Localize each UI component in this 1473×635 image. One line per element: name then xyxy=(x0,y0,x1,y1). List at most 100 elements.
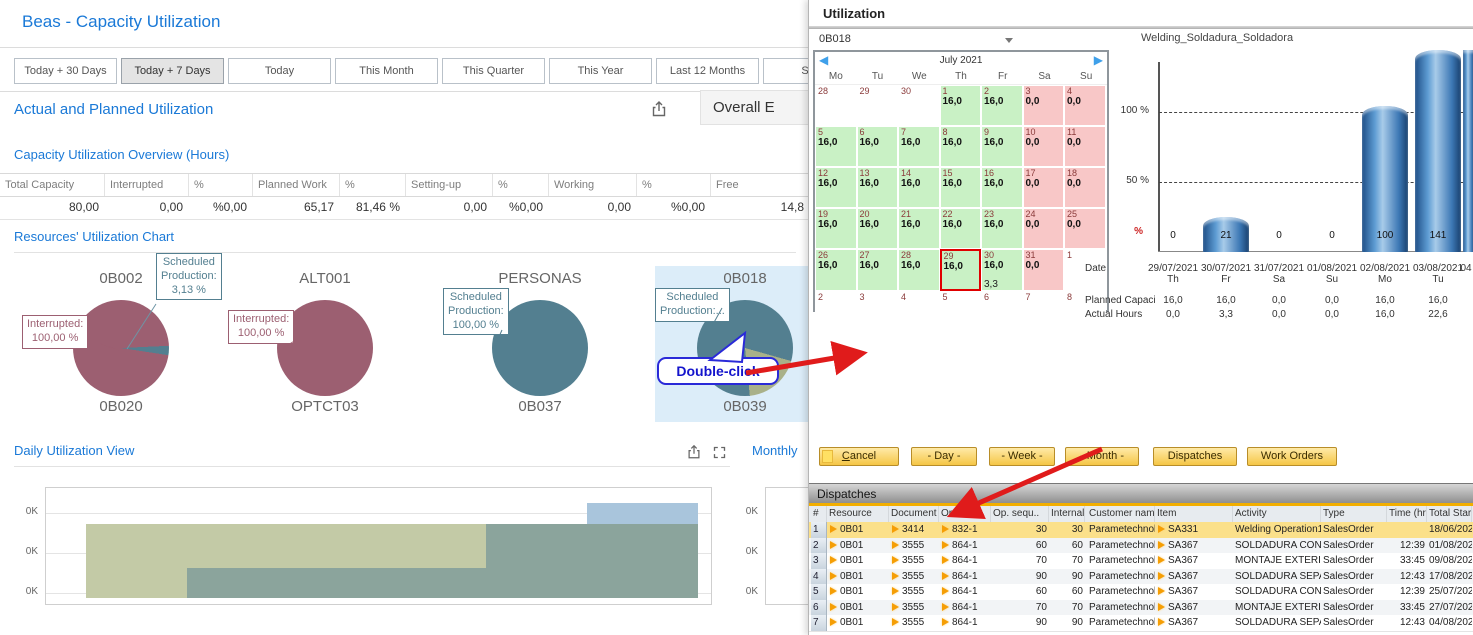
calendar-day-5[interactable]: 516,0 xyxy=(815,126,857,167)
calendar-day-9[interactable]: 916,0 xyxy=(981,126,1023,167)
link-arrow-icon[interactable] xyxy=(1158,618,1165,626)
calendar-day-11[interactable]: 110,0 xyxy=(1064,126,1106,167)
cell-op[interactable]: 90 xyxy=(991,615,1049,631)
calendar-day-5[interactable]: 5 xyxy=(940,291,982,313)
cell-internal[interactable]: 70 xyxy=(1049,553,1085,569)
cell-order[interactable]: 864-1 xyxy=(939,538,991,554)
calendar-day-17[interactable]: 170,0 xyxy=(1023,167,1065,208)
cell-type[interactable]: SalesOrder xyxy=(1321,569,1387,585)
cell-internal[interactable]: 60 xyxy=(1049,538,1085,554)
dispatch-col-header[interactable]: # xyxy=(811,506,827,522)
dispatch-col-header[interactable]: Resource xyxy=(827,506,889,522)
cell-type[interactable]: SalesOrder xyxy=(1321,538,1387,554)
cell-internal[interactable]: 70 xyxy=(1049,600,1085,616)
filter-button-this-quarter[interactable]: This Quarter xyxy=(442,58,545,84)
cell-internal[interactable]: 30 xyxy=(1049,522,1085,538)
cell-internal[interactable]: 60 xyxy=(1049,584,1085,600)
cell-item[interactable]: SA367 xyxy=(1155,600,1233,616)
dispatch-row[interactable]: 50B013555864-16060ParametechnoloSA367SOL… xyxy=(809,584,1473,601)
link-arrow-icon[interactable] xyxy=(892,572,899,580)
cell-customer[interactable]: Parametechnolo xyxy=(1087,553,1155,569)
-month--button[interactable]: - Month - xyxy=(1065,447,1139,466)
calendar-day-28[interactable]: 2816,0 xyxy=(898,249,940,291)
cancel-button[interactable]: Cancel xyxy=(819,447,899,466)
cell-start[interactable]: 18/06/2021 xyxy=(1427,522,1472,538)
calendar-day-2[interactable]: 216,0 xyxy=(981,85,1023,126)
calendar-day-4[interactable]: 4 xyxy=(898,291,940,313)
dispatch-row[interactable]: 10B013414832-13030ParametechnoloSA331Wel… xyxy=(809,522,1473,539)
cell-start[interactable]: 09/08/2022 xyxy=(1427,553,1472,569)
calendar-day-1[interactable]: 116,0 xyxy=(940,85,982,126)
dispatch-col-header[interactable]: Item xyxy=(1155,506,1233,522)
dispatch-col-header[interactable]: Internal xyxy=(1049,506,1085,522)
dispatch-row[interactable]: 30B013555864-17070ParametechnoloSA367MON… xyxy=(809,553,1473,570)
cell-customer[interactable]: Parametechnolo xyxy=(1087,584,1155,600)
cell-internal[interactable]: 90 xyxy=(1049,569,1085,585)
-week--button[interactable]: - Week - xyxy=(989,447,1055,466)
cell-op[interactable]: 70 xyxy=(991,553,1049,569)
cell-doc[interactable]: 3555 xyxy=(889,615,939,631)
dispatch-col-header[interactable]: Order xyxy=(939,506,991,522)
cell-activity[interactable]: Welding Operation1 - Pre xyxy=(1233,522,1321,538)
cell-start[interactable]: 01/08/2022 xyxy=(1427,538,1472,554)
export-icon[interactable] xyxy=(686,444,702,460)
cell-op[interactable]: 70 xyxy=(991,600,1049,616)
link-arrow-icon[interactable] xyxy=(830,525,837,533)
cell-internal[interactable]: 90 xyxy=(1049,615,1085,631)
calendar-day-16[interactable]: 1616,0 xyxy=(981,167,1023,208)
cell-resource[interactable]: 0B01 xyxy=(827,538,889,554)
dispatch-row[interactable]: 70B013555864-19090ParametechnoloSA367SOL… xyxy=(809,615,1473,632)
cell-doc[interactable]: 3414 xyxy=(889,522,939,538)
cell-customer[interactable]: Parametechnolo xyxy=(1087,538,1155,554)
filter-button-today-7-days[interactable]: Today + 7 Days xyxy=(121,58,224,84)
cell-type[interactable]: SalesOrder xyxy=(1321,584,1387,600)
resource-dropdown[interactable]: 0B018 xyxy=(819,33,851,45)
work-orders-button[interactable]: Work Orders xyxy=(1247,447,1337,466)
cell-time[interactable] xyxy=(1387,522,1427,538)
calendar-day-26[interactable]: 2616,0 xyxy=(815,249,857,291)
dispatch-row[interactable]: 20B013555864-16060ParametechnoloSA367SOL… xyxy=(809,538,1473,555)
dispatch-row[interactable]: 40B013555864-19090ParametechnoloSA367SOL… xyxy=(809,569,1473,586)
calendar-day-31[interactable]: 310,0 xyxy=(1023,249,1065,291)
dispatches-button[interactable]: Dispatches xyxy=(1153,447,1237,466)
chevron-down-icon[interactable] xyxy=(1005,38,1013,43)
link-arrow-icon[interactable] xyxy=(1158,556,1165,564)
link-arrow-icon[interactable] xyxy=(942,618,949,626)
cell-activity[interactable]: SOLDADURA SEPARAI xyxy=(1233,615,1321,631)
cell-op[interactable]: 60 xyxy=(991,584,1049,600)
cell-item[interactable]: SA367 xyxy=(1155,615,1233,631)
filter-button-this-year[interactable]: This Year xyxy=(549,58,652,84)
cell-doc[interactable]: 3555 xyxy=(889,538,939,554)
bar-partial[interactable] xyxy=(1463,50,1473,252)
dispatch-col-header[interactable]: Type xyxy=(1321,506,1387,522)
cell-customer[interactable]: Parametechnolo xyxy=(1087,522,1155,538)
dispatch-col-header[interactable]: Total Start xyxy=(1427,506,1472,522)
link-arrow-icon[interactable] xyxy=(892,618,899,626)
dispatch-col-header[interactable]: Op. sequ.. xyxy=(991,506,1049,522)
bar-03/08/2021[interactable] xyxy=(1415,50,1461,252)
link-arrow-icon[interactable] xyxy=(830,587,837,595)
dispatch-col-header[interactable]: Time (hr.) xyxy=(1387,506,1427,522)
link-arrow-icon[interactable] xyxy=(1158,525,1165,533)
calendar-day-2[interactable]: 2 xyxy=(815,291,857,313)
filter-button-today-30-days[interactable]: Today + 30 Days xyxy=(14,58,117,84)
calendar-day-14[interactable]: 1416,0 xyxy=(898,167,940,208)
cell-activity[interactable]: SOLDADURA SEPARAI xyxy=(1233,569,1321,585)
link-arrow-icon[interactable] xyxy=(892,603,899,611)
link-arrow-icon[interactable] xyxy=(1158,587,1165,595)
dispatch-col-header[interactable]: Document xyxy=(889,506,939,522)
link-arrow-icon[interactable] xyxy=(830,541,837,549)
monthly-area-chart[interactable] xyxy=(765,487,812,605)
cell-type[interactable]: SalesOrder xyxy=(1321,615,1387,631)
cell-time[interactable]: 12:43 xyxy=(1387,615,1427,631)
calendar-day-15[interactable]: 1516,0 xyxy=(940,167,982,208)
cell-order[interactable]: 864-1 xyxy=(939,600,991,616)
calendar-next-icon[interactable]: ▶ xyxy=(1094,53,1103,68)
calendar-day-3[interactable]: 3 xyxy=(857,291,899,313)
calendar-day-30[interactable]: 3016,03,3 xyxy=(981,249,1023,291)
link-arrow-icon[interactable] xyxy=(942,603,949,611)
link-arrow-icon[interactable] xyxy=(1158,603,1165,611)
expand-icon[interactable] xyxy=(712,445,727,460)
cell-item[interactable]: SA331 xyxy=(1155,522,1233,538)
cell-order[interactable]: 864-1 xyxy=(939,553,991,569)
